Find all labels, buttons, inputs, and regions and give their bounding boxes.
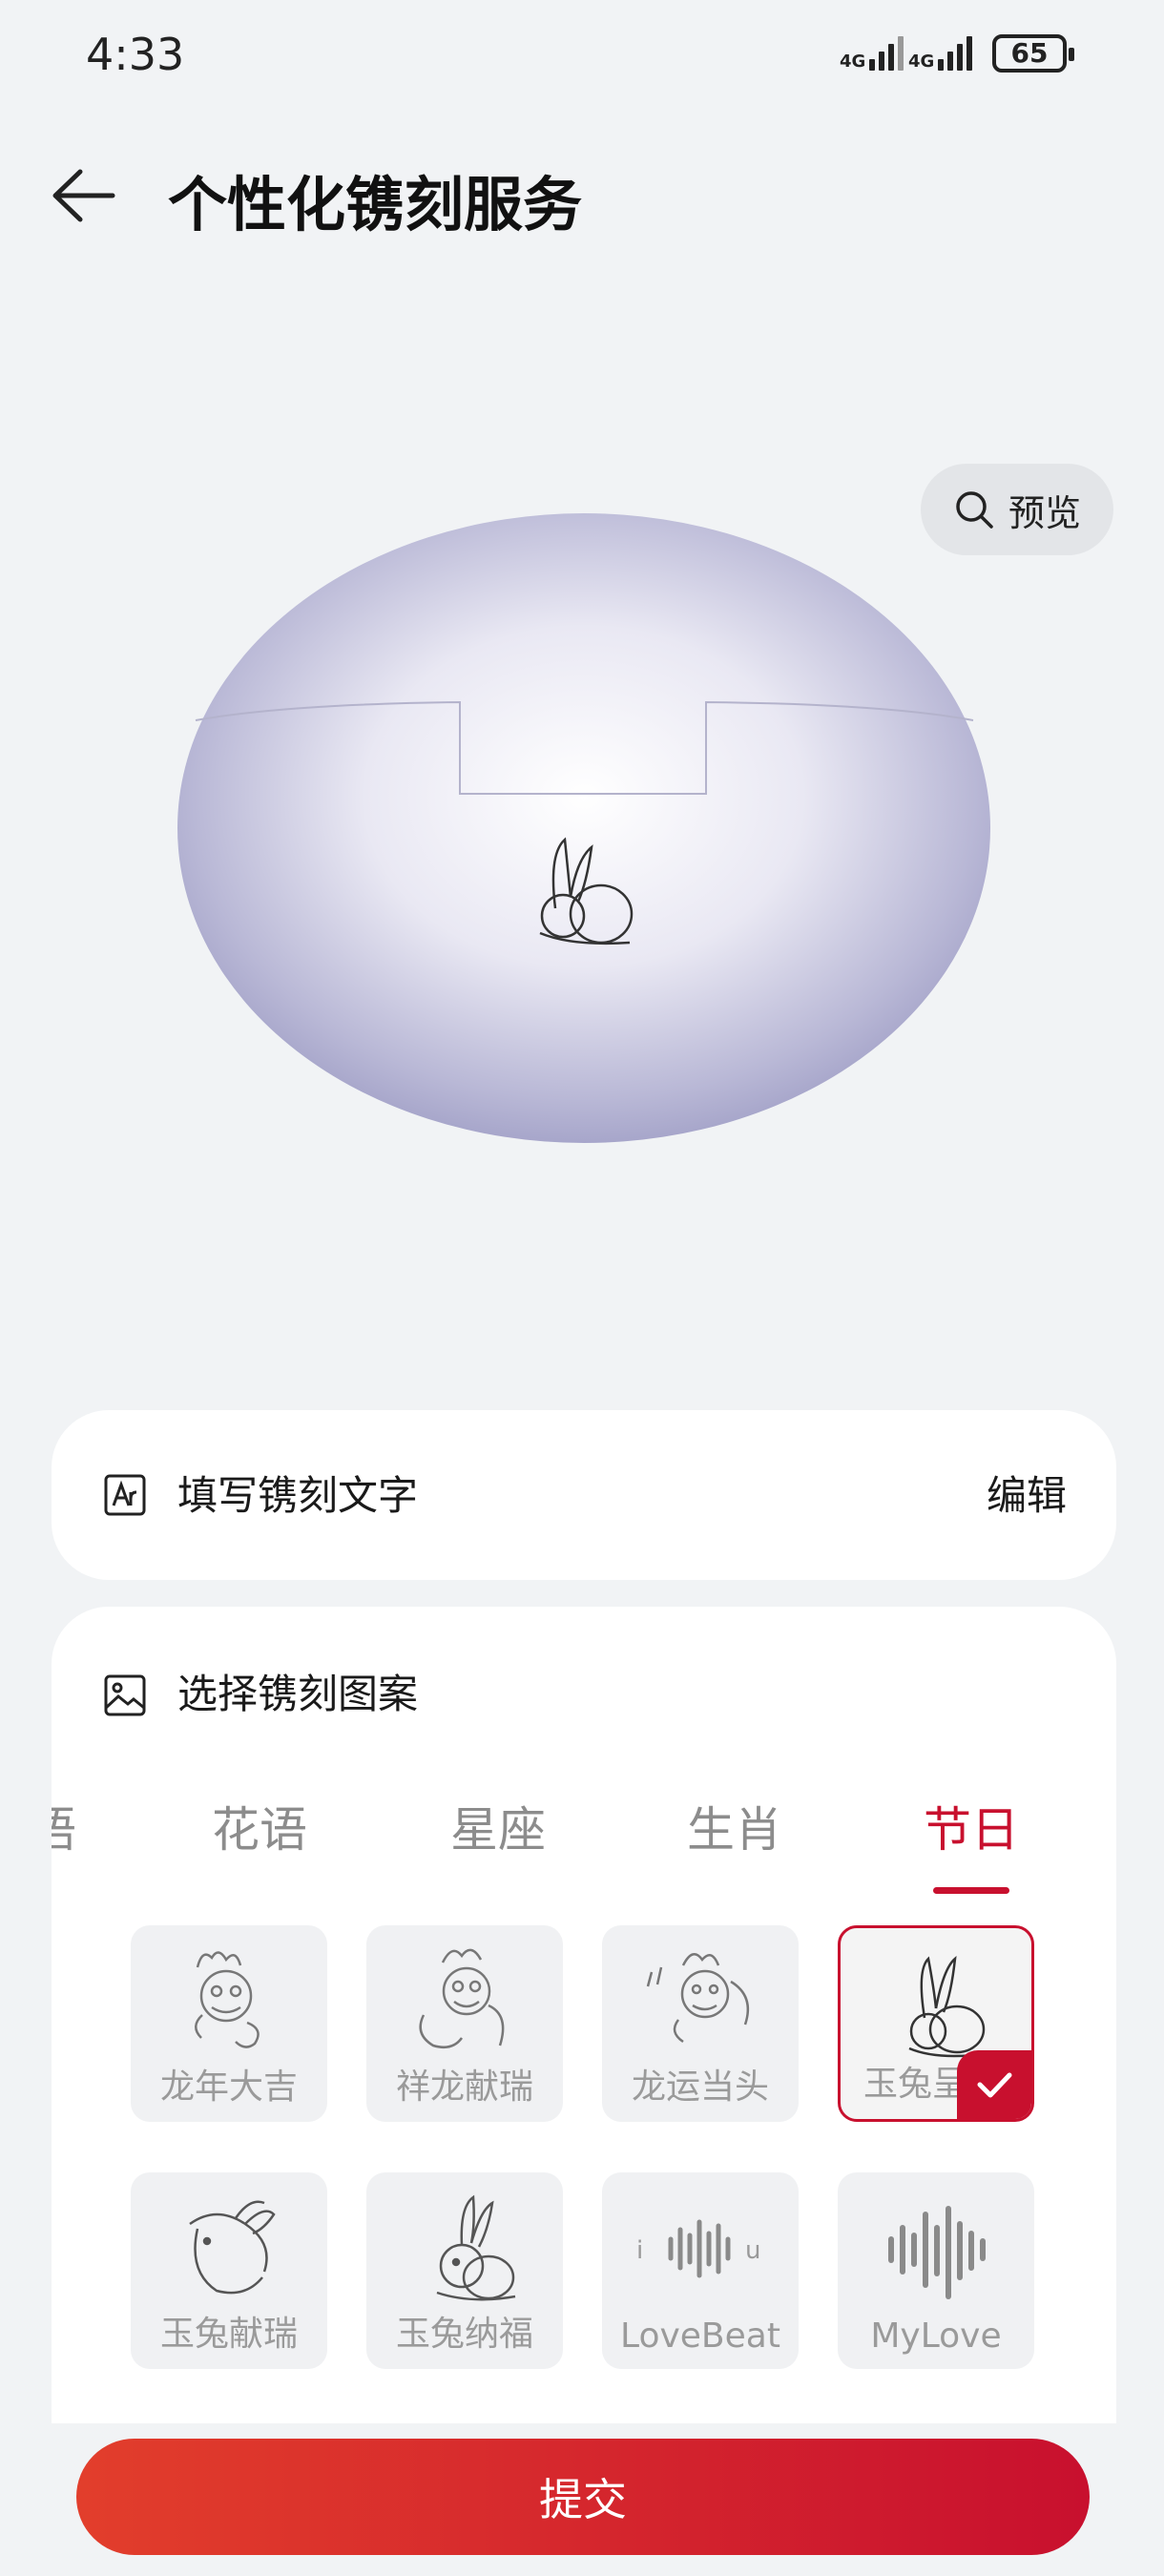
preview-button[interactable]: 预览 [921,464,1113,555]
status-time: 4:33 [86,29,185,80]
pattern-item-dragon-2[interactable]: 祥龙献瑞 [366,1925,563,2122]
pattern-label: 玉兔纳福 [395,2315,533,2354]
battery-icon: 65 [992,34,1074,73]
tab-constellation[interactable]: 星座 [450,1792,546,1860]
pattern-label: 龙年大吉 [159,2067,298,2107]
pattern-label: LoveBeat [620,2316,780,2356]
dragon-icon [646,1953,750,2044]
pattern-category-tabs: 语 花语 星座 生肖 节日 [52,1792,1116,1897]
dragon-icon [419,1948,505,2048]
pattern-item-lovebeat[interactable]: i u LoveBeat [602,2172,799,2369]
cellular-signal-icon: 4G [908,36,973,72]
search-icon [956,491,993,529]
page-title: 个性化镌刻服务 [168,170,583,239]
network-type-label: 4G [840,52,866,72]
status-bar: 4:33 4G 4G 65 [0,0,1164,114]
pattern-label: 玉兔献瑞 [159,2315,298,2354]
pattern-item-dragon-1[interactable]: 龙年大吉 [131,1925,327,2122]
dragon-icon [195,1951,260,2048]
rabbit-icon [189,2200,276,2295]
select-pattern-label: 选择镌刻图案 [177,1671,419,1717]
engrave-text-label: 填写镌刻文字 [177,1472,419,1519]
pattern-item-rabbit-2[interactable]: 玉兔纳福 [366,2172,563,2369]
pattern-label: MyLove [870,2316,1002,2356]
rabbit-icon [908,1956,986,2058]
soundwave-icon: i u [636,2219,760,2278]
pattern-label: 祥龙献瑞 [395,2067,533,2107]
active-tab-indicator [933,1887,1009,1894]
earbuds-case-preview [0,477,1164,1164]
tab-festival[interactable]: 节日 [924,1792,1019,1860]
preview-label: 预览 [1008,491,1081,534]
tab-partial[interactable]: 语 [52,1792,76,1860]
soundwave-icon [888,2206,986,2299]
pattern-item-rabbit-selected[interactable]: 玉兔呈 [838,1925,1034,2122]
pattern-label: 龙运当头 [631,2067,769,2107]
image-icon [104,1674,146,1716]
pattern-item-rabbit-1[interactable]: 玉兔献瑞 [131,2172,327,2369]
cellular-signal-icon: 4G [840,36,904,71]
svg-text:u: u [745,2236,760,2265]
arrow-left-icon [52,169,115,222]
app-header: 个性化镌刻服务 [0,143,1164,248]
pattern-item-mylove[interactable]: MyLove [838,2172,1034,2369]
rabbit-icon [436,2194,516,2301]
back-button[interactable] [46,162,122,229]
pattern-item-dragon-3[interactable]: 龙运当头 [602,1925,799,2122]
edit-button[interactable]: 编辑 [987,1464,1067,1522]
network-type-label: 4G [908,52,935,72]
text-font-icon [104,1474,146,1516]
tab-zodiac[interactable]: 生肖 [687,1792,782,1860]
submit-button[interactable]: 提交 [76,2439,1090,2555]
engrave-text-card[interactable]: 填写镌刻文字 编辑 [52,1410,1116,1580]
tab-flower-language[interactable]: 花语 [212,1792,307,1860]
engrave-pattern-card: 选择镌刻图案 语 花语 星座 生肖 节日 龙年大吉 祥龙献瑞 龙运当头 玉兔呈 … [52,1607,1116,2427]
svg-text:i: i [636,2236,643,2265]
selected-check-icon [957,2050,1031,2119]
